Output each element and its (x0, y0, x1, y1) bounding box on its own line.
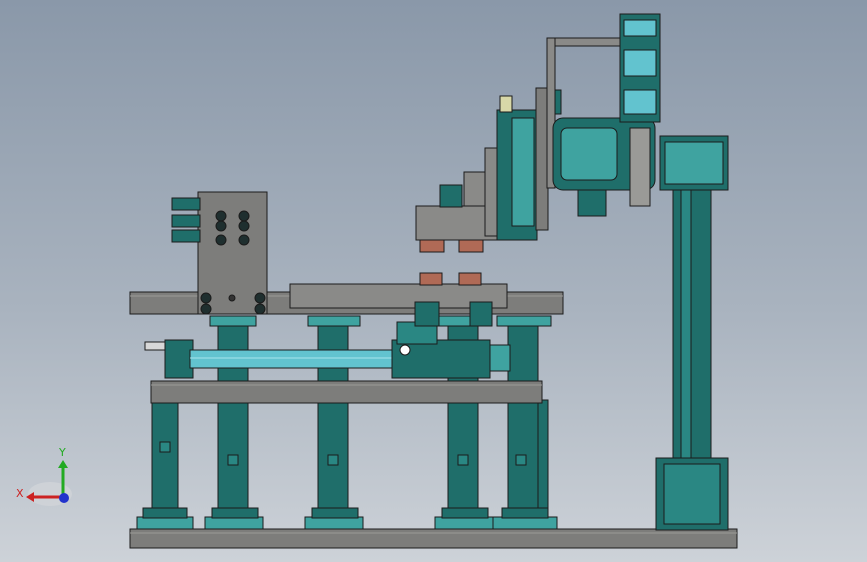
mid-frame-plate (150, 380, 543, 404)
press-head (415, 87, 562, 253)
base-plate (129, 528, 738, 549)
cad-viewport[interactable]: X Y (0, 0, 867, 562)
coordinate-triad: X Y (16, 446, 72, 506)
assembly-model-view[interactable]: X Y (0, 0, 867, 562)
cable-chain (619, 13, 661, 123)
z-axis-dot (59, 493, 69, 503)
x-axis-label: X (16, 487, 24, 500)
y-axis-label: Y (58, 446, 66, 459)
lower-pads (419, 272, 482, 286)
right-pillar (655, 135, 729, 531)
